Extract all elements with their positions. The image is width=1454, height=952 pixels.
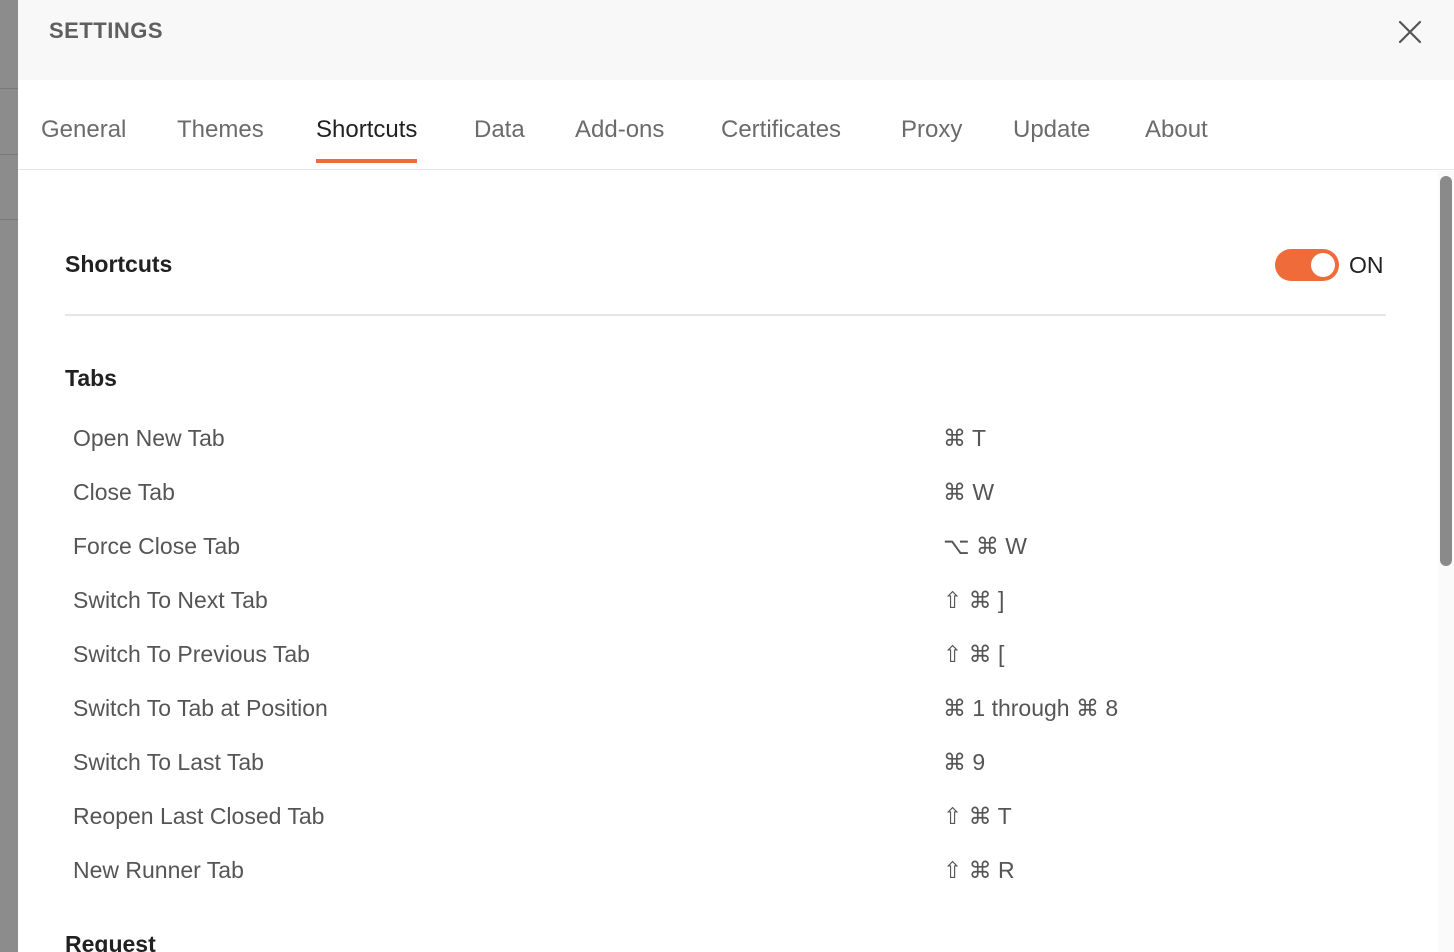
modal-title: SETTINGS: [49, 18, 164, 43]
shortcut-row: Switch To Previous Tab ⇧ ⌘ [: [73, 641, 1373, 681]
shortcut-row: New Runner Tab ⇧ ⌘ R: [73, 857, 1373, 897]
shortcut-keys: ⌘ 1 through ⌘ 8: [943, 695, 1119, 721]
tab-about[interactable]: About: [1145, 116, 1208, 163]
shortcut-row: Switch To Next Tab ⇧ ⌘ ]: [73, 587, 1373, 627]
group-title-tabs: Tabs: [65, 365, 117, 391]
shortcuts-panel: Shortcuts ON Tabs Open New Tab ⌘ T Close…: [18, 171, 1438, 952]
backdrop: [0, 0, 18, 952]
shortcuts-toggle-group: ON: [1275, 249, 1384, 281]
close-button[interactable]: [1396, 18, 1424, 46]
backdrop-divider: [0, 154, 18, 155]
scrollbar-thumb[interactable]: [1440, 176, 1452, 566]
shortcut-name: Switch To Previous Tab: [73, 641, 310, 667]
section-divider: [65, 314, 1386, 316]
shortcut-keys: ⌘ 9: [943, 749, 986, 775]
group-title-request: Request: [65, 931, 156, 952]
shortcut-row: Close Tab ⌘ W: [73, 479, 1373, 519]
shortcut-name: New Runner Tab: [73, 857, 244, 883]
shortcut-name: Switch To Last Tab: [73, 749, 264, 775]
shortcut-name: Switch To Tab at Position: [73, 695, 328, 721]
section-heading: Shortcuts: [65, 251, 173, 277]
settings-modal: SETTINGS General Themes Shortcuts Data A…: [18, 0, 1454, 952]
shortcut-keys: ⌥ ⌘ W: [943, 533, 1027, 559]
shortcut-row: Reopen Last Closed Tab ⇧ ⌘ T: [73, 803, 1373, 843]
shortcut-keys: ⇧ ⌘ T: [943, 803, 1012, 829]
shortcut-keys: ⇧ ⌘ R: [943, 857, 1015, 883]
tab-data[interactable]: Data: [474, 116, 525, 163]
backdrop-divider: [0, 219, 18, 220]
toggle-state-label: ON: [1349, 251, 1384, 278]
shortcut-row: Force Close Tab ⌥ ⌘ W: [73, 533, 1373, 573]
shortcut-keys: ⌘ W: [943, 479, 995, 505]
shortcut-keys: ⇧ ⌘ [: [943, 641, 1005, 667]
toggle-knob: [1311, 253, 1335, 277]
settings-tabs: General Themes Shortcuts Data Add-ons Ce…: [18, 80, 1454, 170]
backdrop-divider: [0, 88, 18, 89]
tab-add-ons[interactable]: Add-ons: [575, 116, 664, 163]
shortcut-row: Open New Tab ⌘ T: [73, 425, 1373, 465]
shortcut-row: Switch To Tab at Position ⌘ 1 through ⌘ …: [73, 695, 1373, 735]
tab-proxy[interactable]: Proxy: [901, 116, 962, 163]
tab-themes[interactable]: Themes: [177, 116, 264, 163]
close-icon: [1398, 20, 1422, 44]
shortcut-keys: ⌘ T: [943, 425, 987, 451]
shortcut-name: Force Close Tab: [73, 533, 241, 559]
shortcut-name: Close Tab: [73, 479, 175, 505]
shortcut-row: Switch To Last Tab ⌘ 9: [73, 749, 1373, 789]
tab-shortcuts[interactable]: Shortcuts: [316, 116, 418, 163]
shortcut-name: Reopen Last Closed Tab: [73, 803, 325, 829]
shortcut-name: Switch To Next Tab: [73, 587, 268, 613]
tab-update[interactable]: Update: [1013, 116, 1090, 163]
shortcut-keys: ⇧ ⌘ ]: [943, 587, 1005, 613]
tab-general[interactable]: General: [41, 116, 126, 163]
modal-header: SETTINGS: [18, 0, 1454, 80]
tab-certificates[interactable]: Certificates: [721, 116, 841, 163]
shortcuts-toggle[interactable]: [1275, 249, 1339, 281]
shortcut-name: Open New Tab: [73, 425, 225, 451]
